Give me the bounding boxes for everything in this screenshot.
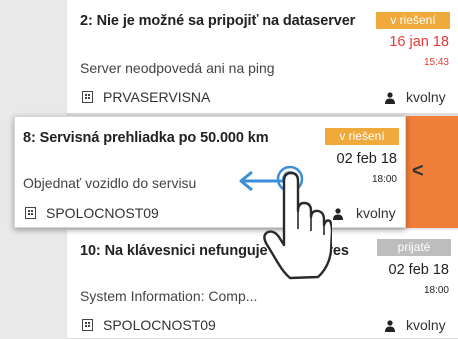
ticket-user: kvolny	[406, 89, 446, 105]
ticket-title: 2: Nie je možné sa pripojiť na dataserve…	[80, 13, 356, 29]
ticket-date: 02 feb 18	[336, 151, 397, 167]
user-icon	[333, 208, 343, 220]
ticket-date: 16 jan 18	[389, 34, 449, 50]
ticket-description: Server neodpovedá ani na ping	[80, 60, 275, 76]
ticket-company: SPOLOCNOST09	[46, 205, 159, 221]
ticket-card[interactable]: 2: Nie je možné sa pripojiť na dataserve…	[66, 0, 458, 114]
ticket-description: System Information: Comp...	[80, 288, 258, 304]
ticket-date: 02 feb 18	[388, 262, 449, 278]
ticket-company: SPOLOCNOST09	[103, 317, 216, 333]
ticket-time: 18:00	[423, 285, 449, 296]
ticket-title: 8: Servisná prehliadka po 50.000 km	[23, 130, 269, 146]
status-badge: v riešení	[376, 12, 450, 29]
chevron-left-icon[interactable]: <	[412, 160, 424, 183]
status-badge: v riešení	[325, 128, 399, 145]
ticket-company: PRVASERVISNA	[103, 89, 211, 105]
ticket-card[interactable]: 8: Servisná prehliadka po 50.000 km v ri…	[14, 116, 406, 228]
user-icon	[385, 92, 395, 104]
ticket-description: Objednať vozidlo do servisu	[23, 175, 197, 191]
ticket-time: 15:43	[423, 57, 449, 68]
building-icon	[25, 207, 36, 219]
ticket-time: 18:00	[371, 174, 397, 185]
building-icon	[82, 91, 93, 103]
ticket-user: kvolny	[406, 317, 446, 333]
ticket-user: kvolny	[356, 205, 396, 221]
swipe-hand-icon	[239, 165, 332, 280]
user-icon	[385, 320, 395, 332]
status-badge: prijaté	[377, 239, 451, 256]
building-icon	[82, 319, 93, 331]
